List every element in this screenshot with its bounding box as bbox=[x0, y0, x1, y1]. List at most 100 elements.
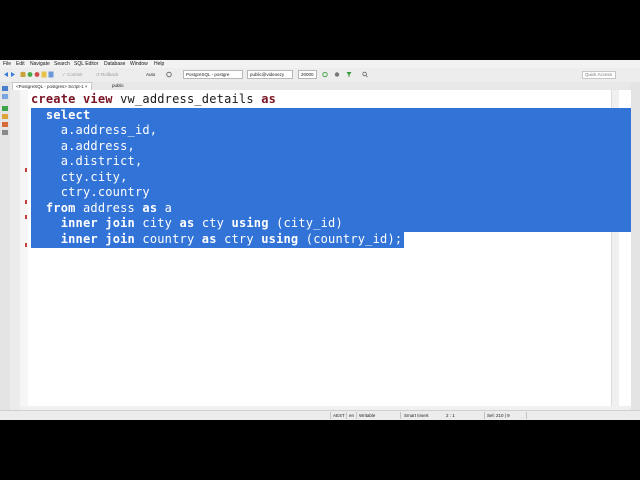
code-text: a.address_id, bbox=[31, 123, 158, 137]
code-line[interactable]: inner join country as ctry using (countr… bbox=[31, 232, 402, 247]
code-line[interactable]: a.address_id, bbox=[31, 123, 157, 138]
transaction-mode-button[interactable]: Auto bbox=[146, 70, 155, 79]
code-text: cty.city, bbox=[31, 169, 128, 184]
datasource-icon[interactable] bbox=[20, 71, 26, 78]
commit-button[interactable]: ✓ Commit bbox=[62, 70, 83, 79]
code-line[interactable]: ctry.country bbox=[31, 185, 150, 200]
back-icon[interactable] bbox=[3, 71, 9, 78]
explain-icon[interactable] bbox=[2, 114, 8, 119]
code-text: (city_id) bbox=[268, 216, 343, 230]
status-selection: Sel: 210 | 9 bbox=[487, 413, 510, 418]
code-text: address bbox=[75, 200, 143, 215]
status-separator bbox=[346, 412, 347, 419]
format-icon[interactable] bbox=[2, 122, 8, 127]
error-marker bbox=[25, 168, 27, 172]
code-line[interactable]: cty.city, bbox=[31, 170, 128, 185]
status-separator bbox=[484, 412, 485, 419]
sql-editor-icon[interactable] bbox=[41, 71, 47, 78]
sql-keyword: select bbox=[45, 107, 91, 122]
code-text: a bbox=[157, 200, 173, 215]
status-cursor-position: 2 : 1 bbox=[446, 413, 455, 418]
sql-keyword: join bbox=[105, 231, 135, 246]
code-line[interactable]: select bbox=[31, 108, 90, 123]
schema-label: public@videoezy bbox=[250, 72, 285, 77]
schema-selector[interactable]: public@videoezy bbox=[247, 70, 293, 79]
sql-keyword: join bbox=[105, 216, 135, 230]
connect-icon[interactable] bbox=[27, 71, 33, 78]
code-text: city bbox=[134, 216, 180, 230]
sql-keyword: as bbox=[142, 200, 158, 215]
code-line[interactable]: create view vw_address_details as bbox=[31, 92, 276, 107]
projects-icon[interactable] bbox=[2, 94, 8, 99]
status-separator bbox=[356, 412, 357, 419]
tab-public-label: public bbox=[112, 83, 124, 88]
code-line[interactable]: inner join city as cty using (city_id) bbox=[31, 216, 343, 231]
disconnect-icon[interactable] bbox=[34, 71, 40, 78]
menu-help[interactable]: Help bbox=[154, 60, 164, 68]
status-mode: Writable bbox=[359, 413, 376, 418]
sql-keyword: from bbox=[45, 200, 76, 215]
forward-icon[interactable] bbox=[10, 71, 16, 78]
code-text: a.district, bbox=[31, 154, 143, 168]
execute-icon[interactable] bbox=[2, 106, 8, 111]
code-text: vw_address_details bbox=[112, 92, 262, 106]
selection-highlight bbox=[31, 107, 631, 124]
menu-window[interactable]: Window bbox=[130, 60, 148, 68]
sql-keyword: using bbox=[231, 216, 269, 230]
commit-label: Commit bbox=[67, 72, 83, 77]
status-locale: en bbox=[349, 413, 355, 418]
editor-gutter bbox=[20, 90, 28, 406]
settings-icon[interactable] bbox=[334, 71, 340, 78]
menu-file[interactable]: File bbox=[3, 60, 11, 68]
database-navigator-icon[interactable] bbox=[2, 86, 8, 91]
error-marker bbox=[25, 215, 27, 219]
sql-keyword: view bbox=[83, 92, 113, 106]
refresh-icon[interactable] bbox=[322, 71, 328, 78]
main-toolbar: ✓ Commit ↺ Rollback Auto PostgreSQL - po… bbox=[0, 68, 640, 83]
datasource-selector[interactable]: PostgreSQL - postgre bbox=[183, 70, 243, 79]
sql-keyword: as bbox=[179, 216, 195, 230]
rollback-label: Rollback bbox=[101, 72, 119, 77]
status-separator bbox=[526, 412, 527, 419]
rollback-button[interactable]: ↺ Rollback bbox=[96, 70, 118, 79]
sql-keyword: create bbox=[31, 92, 76, 106]
code-line[interactable]: a.district, bbox=[31, 154, 142, 169]
code-text: ctry.country bbox=[31, 185, 150, 199]
sql-keyword: inner bbox=[60, 231, 98, 246]
menu-database[interactable]: Database bbox=[104, 60, 125, 68]
code-line[interactable]: a.address, bbox=[31, 139, 135, 154]
quick-access-input[interactable]: Quick Access bbox=[582, 71, 616, 79]
status-separator bbox=[330, 412, 331, 419]
code-text: a.address, bbox=[31, 138, 135, 153]
fetch-size-input[interactable]: 20000 bbox=[298, 70, 317, 79]
editor-tab-bar: <PostgreSQL - postgres> Script-1 × publi… bbox=[12, 82, 630, 90]
new-script-icon[interactable] bbox=[48, 71, 54, 78]
menu-navigate[interactable]: Navigate bbox=[30, 60, 50, 68]
outline-icon[interactable] bbox=[2, 130, 8, 135]
status-separator bbox=[400, 412, 401, 419]
code-line[interactable]: from address as a bbox=[31, 201, 172, 216]
right-side-bar bbox=[630, 82, 640, 410]
tab-public[interactable]: public bbox=[112, 82, 124, 90]
quick-access-placeholder: Quick Access bbox=[585, 72, 613, 77]
tab-script-1[interactable]: <PostgreSQL - postgres> Script-1 × bbox=[12, 82, 92, 90]
menu-sql-editor[interactable]: SQL Editor bbox=[74, 60, 98, 68]
sql-keyword: as bbox=[201, 231, 217, 246]
filter-icon[interactable] bbox=[346, 71, 352, 78]
close-icon[interactable]: × bbox=[85, 84, 88, 89]
dbeaver-window: File Edit Navigate Search SQL Editor Dat… bbox=[0, 60, 640, 420]
search-icon[interactable] bbox=[362, 71, 368, 78]
transaction-log-icon[interactable] bbox=[166, 71, 172, 78]
error-marker bbox=[25, 243, 27, 247]
menu-edit[interactable]: Edit bbox=[16, 60, 25, 68]
code-text: (country_id); bbox=[298, 231, 403, 246]
code-text: country bbox=[134, 231, 202, 246]
menu-bar: File Edit Navigate Search SQL Editor Dat… bbox=[0, 60, 640, 68]
left-side-bar bbox=[0, 82, 10, 410]
menu-search[interactable]: Search bbox=[54, 60, 70, 68]
